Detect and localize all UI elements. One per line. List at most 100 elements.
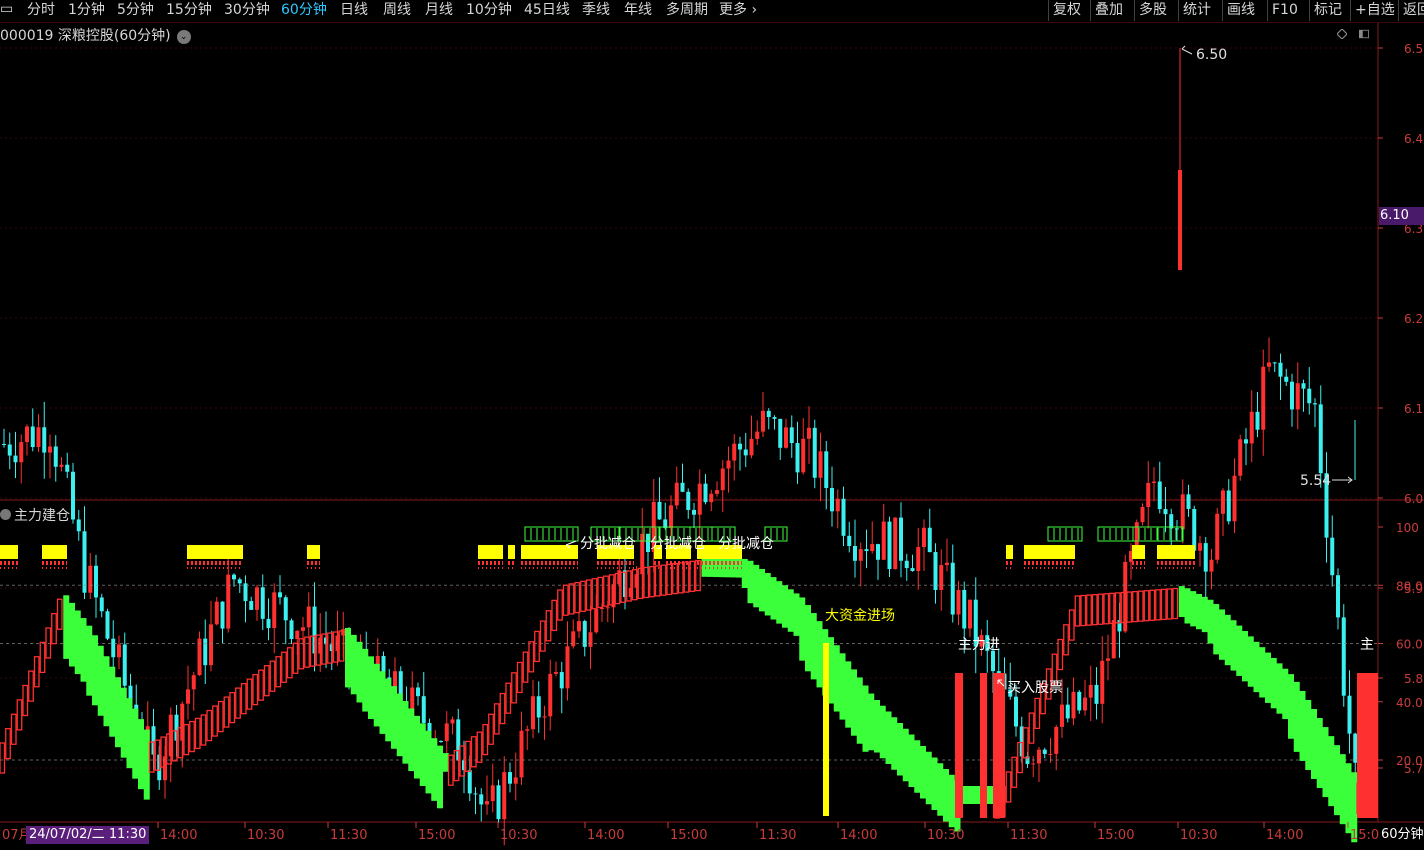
indicator-green-bar [414,715,420,779]
candle-body [1094,684,1099,704]
candle-body [2,444,6,445]
indicator-green-bar [1201,596,1208,633]
reduce-annotation: 分批减仓 [718,536,774,552]
time-axis-label: 14:00 [587,828,624,843]
toolbar-separator [1398,0,1399,21]
indicator-green-bar [908,734,915,787]
toolbar-action-8[interactable]: 返回 [1403,1,1424,19]
dropdown-circle-icon[interactable]: ⌄ [176,30,191,44]
indicator-green-bar [74,610,81,675]
indicator-red-bar [654,565,661,597]
toolbar-action-7[interactable]: +自选 [1355,1,1395,19]
time-axis-label: 15:00 [418,828,455,843]
candle-body [111,638,116,658]
period-tab-1[interactable]: 1分钟 [68,1,105,19]
toolbar-action-6[interactable]: 标记 [1314,1,1342,19]
candle-body [657,501,662,520]
candle-body [1146,482,1151,508]
indicator-title[interactable]: 主力建仓 [0,505,70,525]
period-tab-3[interactable]: 15分钟 [166,1,212,19]
time-axis-label: 10:30 [1180,828,1217,843]
candle-body [807,427,811,439]
indicator-green-bar [63,595,70,659]
candle-body [904,560,909,569]
candle-body [784,427,788,448]
candle-body [554,672,558,674]
period-tab-7[interactable]: 周线 [383,1,411,19]
period-tab-6[interactable]: 日线 [340,1,368,19]
candle-body [956,589,961,615]
indicator-axis-label: 80.0 [1396,579,1423,593]
candle-body [916,547,921,571]
period-tab-8[interactable]: 月线 [425,1,453,19]
indicator-red-bar [1166,588,1173,620]
candle-body [795,443,800,473]
candle-body [502,772,507,820]
candle-body [761,410,765,432]
indicator-axis-label: 20.0 [1396,754,1423,768]
period-tab-14[interactable]: 更多 › [719,1,757,19]
indicator-red-bar [33,656,40,688]
period-tab-12[interactable]: 年线 [624,1,652,19]
toolbar-action-0[interactable]: 复权 [1053,1,1081,19]
toolbar-action-3[interactable]: 统计 [1183,1,1211,19]
candle-body [36,427,41,448]
candle-body [30,426,35,448]
candle-body [71,471,75,520]
indicator-red-bar [1126,591,1133,623]
toolbar-action-1[interactable]: 叠加 [1095,1,1123,19]
signal-yellow-block [0,545,18,559]
candle-body [847,535,852,546]
indicator-red-bar [695,559,701,592]
candle-body [766,410,771,418]
indicator-green-bar [701,558,708,577]
candle-body [283,597,288,621]
indicator-green-bar [1334,745,1340,816]
period-tab-10[interactable]: 45日线 [524,1,570,19]
indicator-green-bar [362,648,369,712]
period-tab-0[interactable]: 分时 [27,1,55,19]
candle-body [1301,383,1306,389]
indicator-green-bar [1270,657,1277,709]
period-tab-2[interactable]: 5分钟 [117,1,154,19]
time-axis-label: 10:30 [927,828,964,843]
candle-body [278,592,282,598]
candle-body [1031,763,1036,765]
candle-body [525,729,530,731]
signal-yellow-block [1157,545,1195,559]
indicator-red-bar [1057,638,1064,671]
chart-canvas[interactable]: 6.56.46.36.26.16.05.95.85.75.66.505.5410… [0,0,1424,850]
indicator-green-bar [1299,690,1306,761]
candle-body [76,519,81,532]
period-tab-13[interactable]: 多周期 [666,1,708,19]
toolbar-action-4[interactable]: 画线 [1227,1,1255,19]
candle-body [1192,508,1197,551]
indicator-red-bar [189,720,195,753]
layout-icon[interactable]: ▭ [0,0,13,18]
indicator-red-bar [229,691,236,724]
indicator-green-bar [897,723,903,776]
indicator-green-bar [1293,681,1300,752]
period-tab-4[interactable]: 30分钟 [224,1,270,19]
candle-body [1284,376,1289,382]
toolbar-separator [1134,0,1135,21]
period-tab-5[interactable]: 60分钟 [281,1,327,19]
candle-body [467,770,472,794]
candle-body [439,740,443,742]
toolbar-action-5[interactable]: F10 [1272,1,1298,19]
price-axis-label: 6.4 [1404,132,1423,146]
indicator-red-bar [275,656,282,688]
candle-body [1336,575,1340,618]
candle-body [1152,481,1156,483]
period-tab-9[interactable]: 10分钟 [466,1,512,19]
window-icon[interactable] [1359,29,1369,39]
indicator-green-bar [1316,718,1323,789]
toolbar-action-2[interactable]: 多股 [1139,1,1167,19]
candle-body [249,601,254,610]
indicator-axis-label: 60.0 [1396,638,1423,652]
diamond-icon[interactable] [1337,29,1347,39]
indicator-green-bar [793,593,800,636]
indicator-green-bar [132,708,139,779]
period-tab-11[interactable]: 季线 [582,1,610,19]
indicator-green-bar [839,653,846,720]
